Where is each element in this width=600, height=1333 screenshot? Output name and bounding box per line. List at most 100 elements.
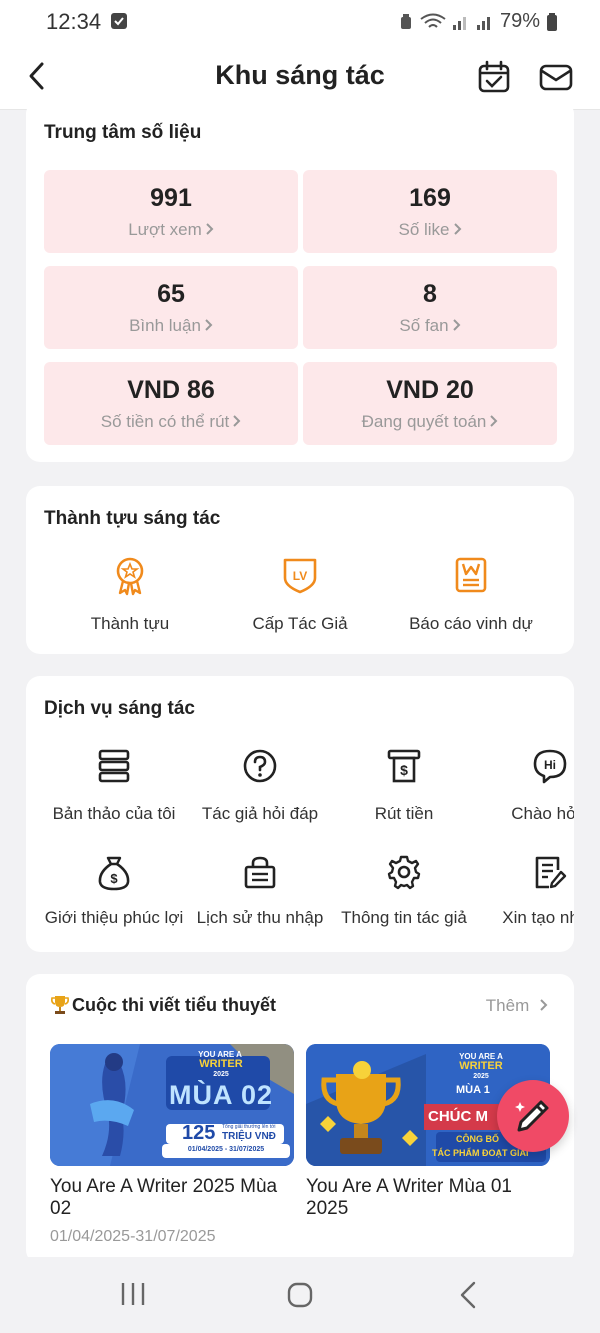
svg-text:$: $: [400, 762, 408, 778]
service-label: Xin tạo nhón: [502, 908, 574, 927]
svg-text:LV: LV: [293, 569, 307, 583]
mail-button[interactable]: [538, 62, 574, 92]
banner-prize-unit: TRIỆU VNĐ: [222, 1131, 276, 1142]
honor-report-icon: [455, 557, 487, 593]
battery-icon: [547, 12, 557, 31]
stat-withdrawable[interactable]: VND 86 Số tiền có thể rút: [44, 362, 298, 445]
contest-date-1: 01/04/2025-31/07/2025: [50, 1228, 216, 1245]
signal-icon: [452, 16, 466, 30]
service-income-history[interactable]: Lịch sử thu nhập: [190, 852, 330, 936]
income-history-icon: [244, 856, 276, 889]
service-benefits[interactable]: $ Giới thiệu phúc lợi: [44, 852, 184, 936]
service-faq[interactable]: Tác giả hỏi đáp: [192, 746, 328, 830]
service-label: Giới thiệu phúc lợi: [44, 908, 184, 927]
chevron-right-icon: [453, 223, 461, 235]
chevron-right-icon: [206, 223, 214, 235]
banner-prize-small: Tổng giải thưởng lên tới: [222, 1124, 276, 1130]
stat-label: Lượt xem: [128, 220, 202, 239]
banner-tag-year: 2025: [473, 1073, 489, 1080]
stat-label: Số like: [398, 220, 450, 239]
author-level-item[interactable]: LV Cấp Tác Giả: [216, 554, 384, 638]
stat-comments[interactable]: 65 Bình luận: [44, 266, 298, 349]
achievements-title: Thành tựu sáng tác: [44, 508, 221, 529]
contest-card: Cuộc thi viết tiểu thuyết Thêm YOU ARE A…: [26, 974, 574, 1264]
chevron-right-icon: [490, 415, 498, 427]
system-nav-bar: [0, 1257, 600, 1333]
banner-headline: MÙA 02: [168, 1080, 274, 1110]
medal-icon: [116, 557, 144, 596]
stat-value: 65: [157, 280, 185, 308]
banner-tag-year: 2025: [213, 1071, 229, 1078]
honor-report-label: Báo cáo vinh dự: [409, 614, 533, 633]
signal-icon-2: [476, 16, 490, 30]
more-label: Thêm: [485, 996, 530, 1015]
stat-value: 169: [409, 184, 451, 212]
service-label: Thông tin tác giả: [341, 908, 467, 927]
banner-tag-main: WRITER: [199, 1058, 243, 1070]
stat-label: Số tiền có thể rút: [100, 412, 230, 431]
svg-text:Hi: Hi: [544, 758, 556, 772]
stat-value: VND 86: [127, 376, 215, 404]
stat-likes[interactable]: 169 Số like: [303, 170, 557, 253]
honor-report-item[interactable]: Báo cáo vinh dự: [384, 554, 558, 638]
stat-value: VND 20: [386, 376, 474, 404]
question-icon: [243, 749, 277, 783]
service-withdraw[interactable]: $ Rút tiền: [336, 746, 472, 830]
data-center-card: Trung tâm số liệu 991 Lượt xem 169 Số li…: [26, 100, 574, 462]
stat-label: Số fan: [399, 316, 449, 335]
service-greeting[interactable]: Hi Chào hỏi t: [482, 746, 574, 830]
mail-icon: [539, 64, 573, 91]
achievements-card: Thành tựu sáng tác Thành tựu LV Cấp Tác …: [26, 486, 574, 654]
service-label: Chào hỏi t: [511, 804, 574, 823]
stat-settling[interactable]: VND 20 Đang quyết toán: [303, 362, 557, 445]
status-time: 12:34: [46, 9, 102, 34]
gear-icon: [387, 855, 421, 890]
chevron-right-icon: [205, 319, 213, 331]
data-center-title: Trung tâm số liệu: [44, 122, 202, 143]
level-badge-icon: LV: [283, 558, 317, 594]
status-bar: 12:34 79%: [0, 0, 600, 46]
chevron-right-icon: [452, 319, 460, 331]
recent-apps-icon[interactable]: [120, 1281, 146, 1307]
calendar-check-button[interactable]: [476, 60, 512, 94]
stat-label: Bình luận: [129, 316, 201, 335]
write-fab-button[interactable]: [497, 1080, 569, 1152]
service-label: Tác giả hỏi đáp: [201, 804, 319, 823]
battery-percent: 79%: [499, 10, 540, 32]
contest-more-link[interactable]: Thêm: [486, 996, 548, 1016]
banner-dates: 01/04/2025 - 31/07/2025: [187, 1146, 265, 1153]
edit-document-icon: [535, 856, 567, 889]
home-icon[interactable]: [286, 1281, 314, 1309]
service-label: Rút tiền: [374, 804, 434, 823]
contest-name-2[interactable]: You Are A Writer Mùa 01 2025: [306, 1176, 556, 1220]
stat-views[interactable]: 991 Lượt xem: [44, 170, 298, 253]
stat-value: 8: [423, 280, 437, 308]
alarm-icon: [400, 13, 411, 29]
stat-fans[interactable]: 8 Số fan: [303, 266, 557, 349]
svg-text:$: $: [110, 871, 118, 886]
service-label: Lịch sử thu nhập: [196, 908, 324, 927]
notification-icon: [111, 13, 127, 29]
back-nav-icon[interactable]: [458, 1281, 478, 1309]
stat-label: Đang quyết toán: [361, 412, 487, 431]
wifi-icon: [420, 13, 446, 28]
status-icons: 79%: [398, 10, 558, 33]
pencil-sparkle-icon: [515, 1100, 549, 1132]
service-author-info[interactable]: Thông tin tác giả: [336, 852, 472, 936]
stat-value: 991: [150, 184, 192, 212]
achievement-item[interactable]: Thành tựu: [46, 554, 214, 638]
drafts-stack-icon: [98, 749, 130, 783]
hi-chat-icon: Hi: [533, 749, 567, 784]
service-create-group[interactable]: Xin tạo nhón: [482, 852, 574, 936]
chevron-right-icon: [233, 415, 241, 427]
achievement-label: Thành tựu: [90, 614, 170, 633]
calendar-check-icon: [478, 60, 510, 93]
banner-tag-main: WRITER: [459, 1060, 503, 1072]
services-card: Dịch vụ sáng tác Bản thảo của tôi Tác gi…: [26, 676, 574, 952]
service-label: Bản thảo của tôi: [52, 804, 176, 823]
contest-title: Cuộc thi viết tiểu thuyết: [50, 994, 276, 1016]
service-drafts[interactable]: Bản thảo của tôi: [46, 746, 182, 830]
banner-prize-num: 125: [182, 1122, 216, 1144]
contest-banner-1[interactable]: YOU ARE A WRITER 2025 MÙA 02 125 Tổng gi…: [50, 1044, 294, 1166]
contest-name-1[interactable]: You Are A Writer 2025 Mùa 02: [50, 1176, 300, 1220]
